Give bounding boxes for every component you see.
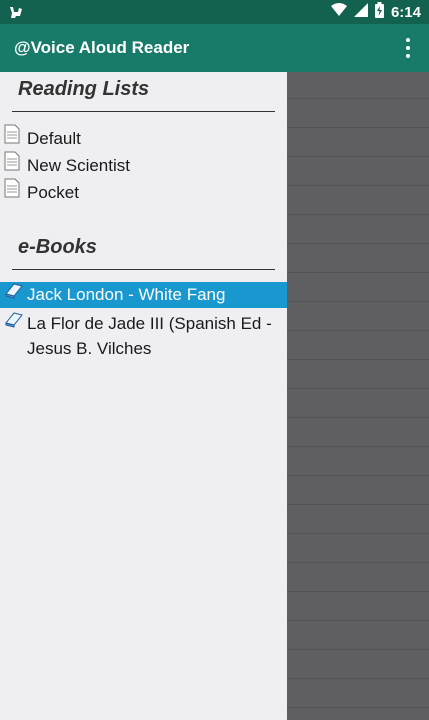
status-time: 6:14 <box>390 4 421 21</box>
navigation-drawer: Reading Lists Default New Scientist Pock… <box>0 72 287 720</box>
book-icon <box>4 309 26 334</box>
reading-lists-divider <box>12 111 275 112</box>
app-title: @Voice Aloud Reader <box>14 38 190 57</box>
battery-icon <box>374 2 384 23</box>
document-icon <box>4 178 26 203</box>
reading-list-item-new-scientist[interactable]: New Scientist <box>0 151 287 178</box>
app-bar: @Voice Aloud Reader <box>0 24 429 72</box>
ebook-item-white-fang[interactable]: Jack London - White Fang <box>0 282 287 308</box>
reading-list-label: New Scientist <box>27 156 130 175</box>
reading-list-item-default[interactable]: Default <box>0 124 287 151</box>
ebook-item-la-flor-de-jade[interactable]: La Flor de Jade III (Spanish Ed - Jesus … <box>0 311 287 361</box>
more-vert-icon[interactable] <box>401 38 415 58</box>
reading-list-item-pocket[interactable]: Pocket <box>0 178 287 205</box>
document-icon <box>4 151 26 176</box>
reading-lists-header: Reading Lists <box>18 78 150 100</box>
ebook-label: La Flor de Jade III (Spanish Ed - Jesus … <box>27 314 272 358</box>
ebook-label: Jack London - White Fang <box>27 285 226 304</box>
document-icon <box>4 124 26 149</box>
ebooks-divider <box>12 269 275 270</box>
wifi-icon <box>330 3 347 22</box>
status-bar: 6:14 <box>0 0 429 24</box>
reading-list-label: Pocket <box>27 183 79 202</box>
signal-icon <box>353 3 368 22</box>
reading-list-label: Default <box>27 129 81 148</box>
book-icon <box>4 280 26 305</box>
app-notification-icon <box>8 4 24 25</box>
drawer-scrim[interactable] <box>287 72 429 720</box>
ebooks-header: e-Books <box>18 236 97 258</box>
